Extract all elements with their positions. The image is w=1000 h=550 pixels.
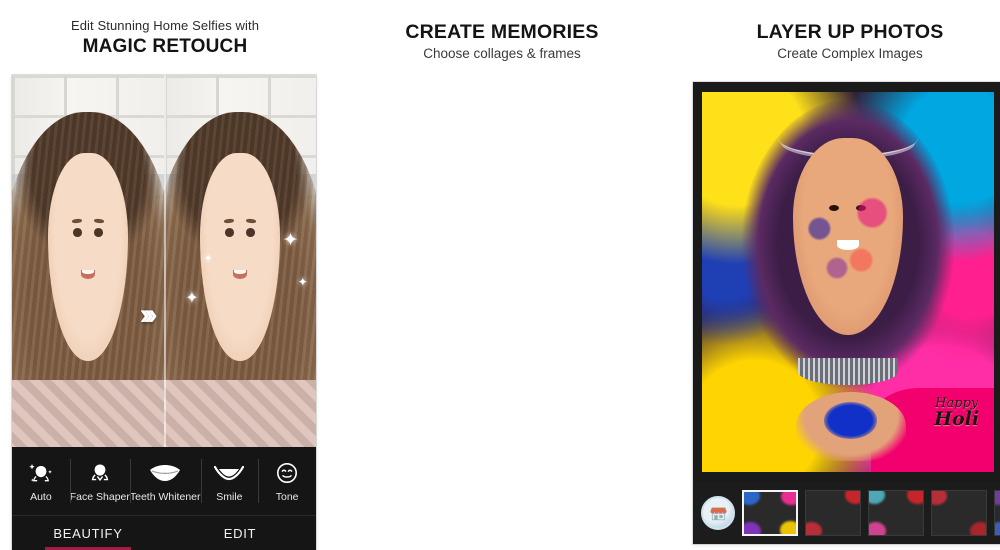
mouth xyxy=(80,269,96,280)
tool-label: Teeth Whitener xyxy=(129,490,201,503)
caption-title: LAYER UP PHOTOS xyxy=(756,21,944,43)
caption-create-memories: CREATE MEMORIES Choose collages & frames xyxy=(337,0,667,61)
tone-face-icon xyxy=(275,460,299,486)
phone-screen-magic-retouch: ✦ ✦ ✦ ✦ ››› Auto Face Shaper Teeth White… xyxy=(12,75,316,550)
tool-face-shaper[interactable]: Face Shaper xyxy=(69,447,130,515)
tool-tone[interactable]: Tone xyxy=(258,447,316,515)
beautify-toolbar: Auto Face Shaper Teeth Whitener Smile To… xyxy=(12,447,316,550)
caption-subtitle: Create Complex Images xyxy=(777,46,923,61)
after-image: ✦ ✦ ✦ ✦ xyxy=(164,75,316,447)
panel-layer-up-photos: LAYER UP PHOTOS Create Complex Images xyxy=(700,0,1000,550)
before-image xyxy=(12,75,164,447)
caption-magic-retouch: Edit Stunning Home Selfies with MAGIC RE… xyxy=(0,0,330,58)
tab-edit[interactable]: EDIT xyxy=(164,516,316,550)
tool-label: Auto xyxy=(30,490,52,503)
tool-auto[interactable]: Auto xyxy=(12,447,70,515)
tool-label: Face Shaper xyxy=(69,490,130,503)
tool-label: Tone xyxy=(275,490,299,503)
caption-subtitle: Choose collages & frames xyxy=(423,46,581,61)
sparkle-icon: ✦ xyxy=(185,289,199,307)
smile-icon xyxy=(212,460,246,486)
clothing-plaid xyxy=(164,380,316,447)
eye-left xyxy=(224,228,234,237)
eye-right xyxy=(94,228,103,237)
promo-screenshot-stage: Edit Stunning Home Selfies with MAGIC RE… xyxy=(0,0,1000,550)
clothing-plaid xyxy=(12,380,164,447)
eyebrow-right xyxy=(93,218,104,224)
caption-subtitle: Edit Stunning Home Selfies with xyxy=(70,18,260,33)
face-shaper-icon xyxy=(88,460,112,486)
tool-label: Smile xyxy=(216,490,243,503)
sparkle-icon: ✦ xyxy=(297,274,308,289)
before-after-photo: ✦ ✦ ✦ ✦ ››› xyxy=(12,75,316,447)
mode-tabs: BEAUTIFY EDIT xyxy=(12,516,316,550)
panel-magic-retouch: Edit Stunning Home Selfies with MAGIC RE… xyxy=(0,0,330,550)
sparkle-icon: ✦ xyxy=(282,230,299,252)
caption-title: CREATE MEMORIES xyxy=(405,21,599,43)
eye-right xyxy=(246,228,255,237)
eyebrow-right xyxy=(245,218,256,224)
teeth-whitener-icon xyxy=(148,460,182,486)
panel-create-memories: CREATE MEMORIES Choose collages & frames xyxy=(337,0,1000,550)
tool-teeth-whitener[interactable]: Teeth Whitener xyxy=(129,447,201,515)
eye-left xyxy=(72,228,82,237)
eyebrow-left xyxy=(223,218,235,224)
auto-face-sparkle-icon xyxy=(28,460,54,486)
tab-beautify[interactable]: BEAUTIFY xyxy=(12,516,164,550)
before-after-divider xyxy=(164,75,166,447)
caption-title: MAGIC RETOUCH xyxy=(82,36,248,57)
compare-chevrons-icon: ››› xyxy=(139,298,158,332)
caption-layer-up-photos: LAYER UP PHOTOS Create Complex Images xyxy=(700,0,1000,61)
tool-row: Auto Face Shaper Teeth Whitener Smile To… xyxy=(12,447,316,516)
sparkle-icon: ✦ xyxy=(203,252,213,265)
eyebrow-left xyxy=(71,218,83,224)
mouth xyxy=(232,269,248,280)
tool-smile[interactable]: Smile xyxy=(200,447,259,515)
